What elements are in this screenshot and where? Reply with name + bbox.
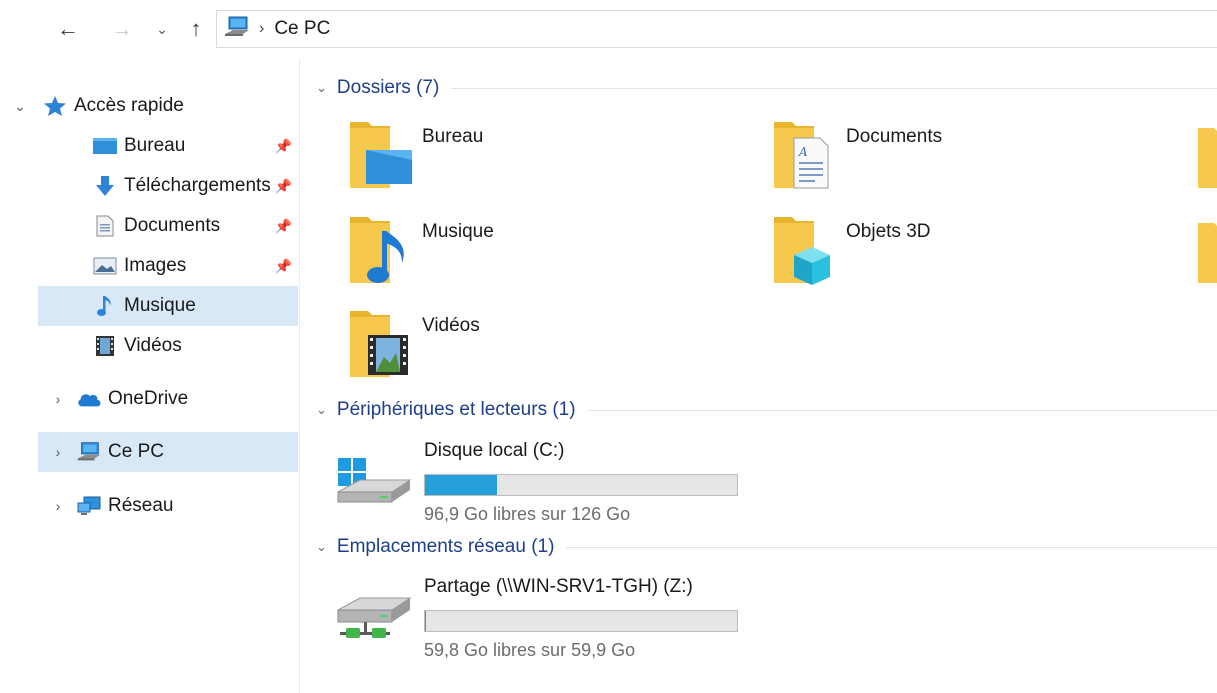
sidebar-item-videos[interactable]: Vidéos [38, 326, 298, 366]
documents-folder-icon: A [770, 116, 840, 196]
sidebar-item-bureau[interactable]: Bureau 📌 [38, 126, 298, 166]
folder-tile-bureau[interactable]: Bureau [302, 116, 702, 202]
pin-icon[interactable]: 📌 [275, 178, 292, 195]
folder-tile-partial[interactable] [1198, 122, 1217, 192]
group-header-label: Périphériques et lecteurs (1) [336, 399, 576, 420]
desktop-icon [92, 135, 118, 157]
drive-tile-local-c[interactable]: Disque local (C:) 96,9 Go libres sur 126… [332, 440, 852, 524]
group-collapse-chevron-down-icon[interactable]: ⌄ [316, 402, 327, 418]
drive-usage-bar [424, 474, 738, 496]
drive-usage-fill [425, 475, 498, 495]
breadcrumb-this-pc[interactable]: Ce PC [274, 18, 330, 40]
drive-usage-bar [424, 610, 738, 632]
folder-name: Vidéos [422, 315, 480, 336]
folder-name: Documents [846, 126, 943, 147]
pin-icon[interactable]: 📌 [275, 138, 292, 155]
music-note-icon [92, 295, 118, 317]
forward-button[interactable]: → [108, 14, 136, 44]
collapsed-chevron-right-icon[interactable]: › [50, 444, 66, 460]
nav-quick-access-label: Accès rapide [74, 95, 184, 116]
cloud-icon [76, 388, 102, 410]
pin-icon[interactable]: 📌 [275, 258, 292, 275]
group-divider [587, 409, 1217, 411]
group-divider [451, 87, 1217, 89]
nav-network-label: Réseau [108, 495, 174, 516]
recent-locations-chevron-down-icon[interactable]: ⌄ [148, 14, 176, 44]
sidebar-item-label: Vidéos [124, 335, 182, 356]
folder-tile-musique[interactable]: Musique [302, 211, 702, 297]
group-divider [566, 546, 1217, 548]
nav-onedrive[interactable]: › OneDrive [38, 379, 298, 419]
collapsed-chevron-right-icon[interactable]: › [50, 498, 66, 514]
navigation-pane: ⌄ Accès rapide Bureau 📌 Téléchargements … [0, 58, 300, 693]
drive-free-space: 96,9 Go libres sur 126 Go [424, 504, 631, 524]
address-toolbar: ← → ⌄ ↑ › Ce PC [0, 0, 1217, 58]
group-header-network-locations[interactable]: ⌄ Emplacements réseau (1) [316, 535, 1217, 559]
content-pane: ⌄ Dossiers (7) Bureau A Documents Musiqu… [302, 58, 1217, 693]
svg-text:A: A [798, 145, 808, 159]
folder-tile-videos[interactable]: Vidéos [302, 305, 702, 391]
collapsed-chevron-right-icon[interactable]: › [50, 391, 66, 407]
address-bar[interactable]: › Ce PC [216, 10, 1217, 48]
group-header-folders[interactable]: ⌄ Dossiers (7) [316, 76, 1217, 100]
nav-onedrive-label: OneDrive [108, 388, 189, 409]
drive-tile-network-share[interactable]: Partage (\\WIN-SRV1-TGH) (Z:) 59,8 Go li… [332, 576, 852, 660]
pin-icon[interactable]: 📌 [275, 218, 292, 235]
sidebar-item-label: Documents [124, 215, 221, 236]
download-arrow-icon [92, 175, 118, 197]
sidebar-item-label: Bureau [124, 135, 186, 156]
nav-network[interactable]: › Réseau [38, 486, 298, 526]
star-icon [42, 95, 68, 117]
3d-objects-folder-icon [770, 211, 840, 291]
nav-this-pc[interactable]: › Ce PC [38, 432, 298, 472]
group-header-label: Dossiers (7) [336, 77, 440, 98]
folder-name: Objets 3D [846, 221, 931, 242]
desktop-folder-icon [346, 116, 416, 196]
this-pc-icon [76, 441, 102, 463]
pictures-icon [92, 255, 118, 277]
sidebar-item-label: Téléchargements [124, 175, 271, 196]
document-icon [92, 215, 118, 237]
group-collapse-chevron-down-icon[interactable]: ⌄ [316, 539, 327, 555]
drive-name: Disque local (C:) [424, 440, 565, 461]
drive-name: Partage (\\WIN-SRV1-TGH) (Z:) [424, 576, 693, 597]
expanded-chevron-down-icon[interactable]: ⌄ [12, 98, 28, 115]
nav-quick-access[interactable]: ⌄ Accès rapide [14, 86, 298, 126]
folder-tile-objets-3d[interactable]: Objets 3D [726, 211, 1126, 297]
windows-drive-icon [332, 440, 412, 510]
group-header-devices[interactable]: ⌄ Périphériques et lecteurs (1) [316, 398, 1217, 422]
sidebar-item-musique[interactable]: Musique [38, 286, 298, 326]
music-folder-icon [346, 211, 416, 291]
sidebar-item-documents[interactable]: Documents 📌 [38, 206, 298, 246]
back-button[interactable]: ← [54, 14, 82, 44]
this-pc-icon [223, 16, 251, 43]
videos-folder-icon [346, 305, 416, 385]
nav-this-pc-label: Ce PC [108, 441, 164, 462]
sidebar-item-images[interactable]: Images 📌 [38, 246, 298, 286]
network-drive-icon [332, 576, 412, 646]
group-collapse-chevron-down-icon[interactable]: ⌄ [316, 80, 327, 96]
folder-name: Musique [422, 221, 494, 242]
group-header-label: Emplacements réseau (1) [336, 536, 555, 557]
folder-tile-documents[interactable]: A Documents [726, 116, 1126, 202]
up-arrow-button[interactable]: ↑ [182, 14, 210, 44]
sidebar-item-label: Images [124, 255, 187, 276]
network-icon [76, 495, 102, 517]
breadcrumb-separator-icon: › [259, 20, 265, 37]
drive-free-space: 59,8 Go libres sur 59,9 Go [424, 640, 636, 660]
sidebar-item-telechargements[interactable]: Téléchargements 📌 [38, 166, 298, 206]
folder-tile-partial[interactable] [1198, 217, 1217, 287]
folder-name: Bureau [422, 126, 484, 147]
drive-usage-fill [425, 611, 426, 631]
film-strip-icon [92, 335, 118, 357]
sidebar-item-label: Musique [124, 295, 196, 316]
